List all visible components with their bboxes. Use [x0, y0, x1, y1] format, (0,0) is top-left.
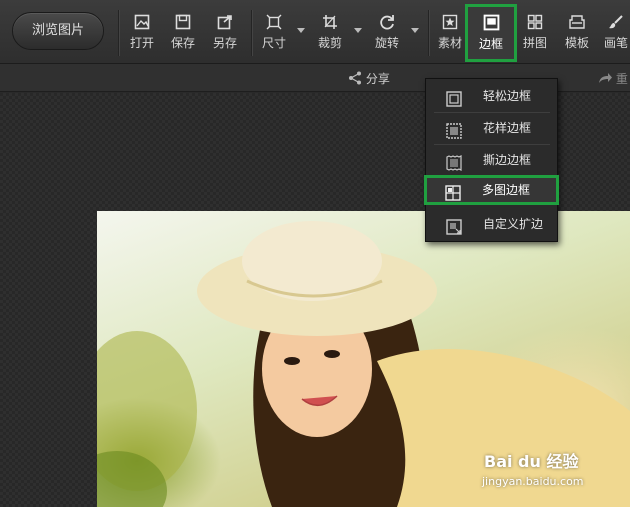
- menu-item-label: 多图边框: [482, 183, 531, 197]
- toolbar-divider: [118, 10, 119, 56]
- resize-icon: [258, 10, 290, 32]
- menu-item-label: 轻松边框: [483, 89, 532, 103]
- crop-label: 裁剪: [317, 36, 342, 50]
- frame-multi-icon: [445, 182, 461, 212]
- rotate-button[interactable]: 旋转: [371, 10, 403, 58]
- open-button[interactable]: 打开: [126, 10, 158, 58]
- menu-item-label: 花样边框: [483, 121, 532, 135]
- size-button[interactable]: 尺寸: [258, 10, 290, 58]
- material-button[interactable]: 素材: [435, 10, 465, 58]
- menu-item-custom-expand[interactable]: 自定义扩边: [426, 209, 557, 239]
- share-icon: [349, 71, 361, 85]
- save-as-button[interactable]: 另存: [209, 10, 241, 58]
- rotate-dropdown-caret[interactable]: [411, 28, 419, 33]
- crop-dropdown-caret[interactable]: [354, 28, 362, 33]
- menu-item-label: 自定义扩边: [483, 217, 544, 231]
- baidu-watermark-logo: Bai du 经验: [484, 452, 579, 471]
- border-button[interactable]: 边框: [465, 4, 517, 62]
- material-label: 素材: [437, 36, 462, 50]
- open-label: 打开: [129, 36, 154, 50]
- menu-item-torn-border[interactable]: 撕边边框: [426, 145, 557, 175]
- watermark-url: jingyan.baidu.com: [482, 475, 584, 488]
- star-frame-icon: [435, 10, 465, 32]
- share-label: 分享: [365, 72, 390, 86]
- rotate-label: 旋转: [374, 36, 399, 50]
- save-label: 保存: [170, 36, 195, 50]
- toolbar-divider: [428, 10, 429, 56]
- brush-icon: [602, 10, 630, 32]
- save-button[interactable]: 保存: [167, 10, 199, 58]
- frame-custom-icon: [446, 216, 462, 246]
- crop-icon: [314, 10, 346, 32]
- border-dropdown-menu: 轻松边框 花样边框 撕边边框 多图边框 自定义扩边: [424, 78, 559, 242]
- menu-item-multi-image-border[interactable]: 多图边框: [424, 175, 559, 205]
- brush-button[interactable]: 画笔: [602, 10, 630, 58]
- redo-button[interactable]: 重: [598, 70, 628, 87]
- open-image-icon: [126, 10, 158, 32]
- template-button[interactable]: 模板: [562, 10, 592, 58]
- share-button[interactable]: 分享: [348, 70, 390, 87]
- redo-arrow-icon: [599, 73, 612, 83]
- rotate-icon: [371, 10, 403, 32]
- save-icon: [167, 10, 199, 32]
- border-label: 边框: [478, 37, 503, 51]
- border-frame-icon: [468, 11, 514, 33]
- size-label: 尺寸: [261, 36, 286, 50]
- browse-images-button[interactable]: 浏览图片: [12, 12, 104, 50]
- redo-label: 重: [615, 72, 628, 86]
- collage-label: 拼图: [522, 36, 547, 50]
- toolbar-divider: [251, 10, 252, 56]
- size-dropdown-caret[interactable]: [297, 28, 305, 33]
- collage-button[interactable]: 拼图: [520, 10, 550, 58]
- brush-label: 画笔: [603, 36, 628, 50]
- save-as-label: 另存: [212, 36, 237, 50]
- menu-item-pattern-border[interactable]: 花样边框: [426, 113, 557, 143]
- main-toolbar: 浏览图片 打开 保存 另存 尺寸 裁剪 旋转 素材 边框 拼图 模板 画笔: [0, 0, 630, 64]
- save-as-icon: [209, 10, 241, 32]
- grid-icon: [520, 10, 550, 32]
- menu-item-simple-border[interactable]: 轻松边框: [426, 81, 557, 111]
- template-icon: [562, 10, 592, 32]
- crop-button[interactable]: 裁剪: [314, 10, 346, 58]
- menu-item-label: 撕边边框: [483, 153, 532, 167]
- template-label: 模板: [564, 36, 589, 50]
